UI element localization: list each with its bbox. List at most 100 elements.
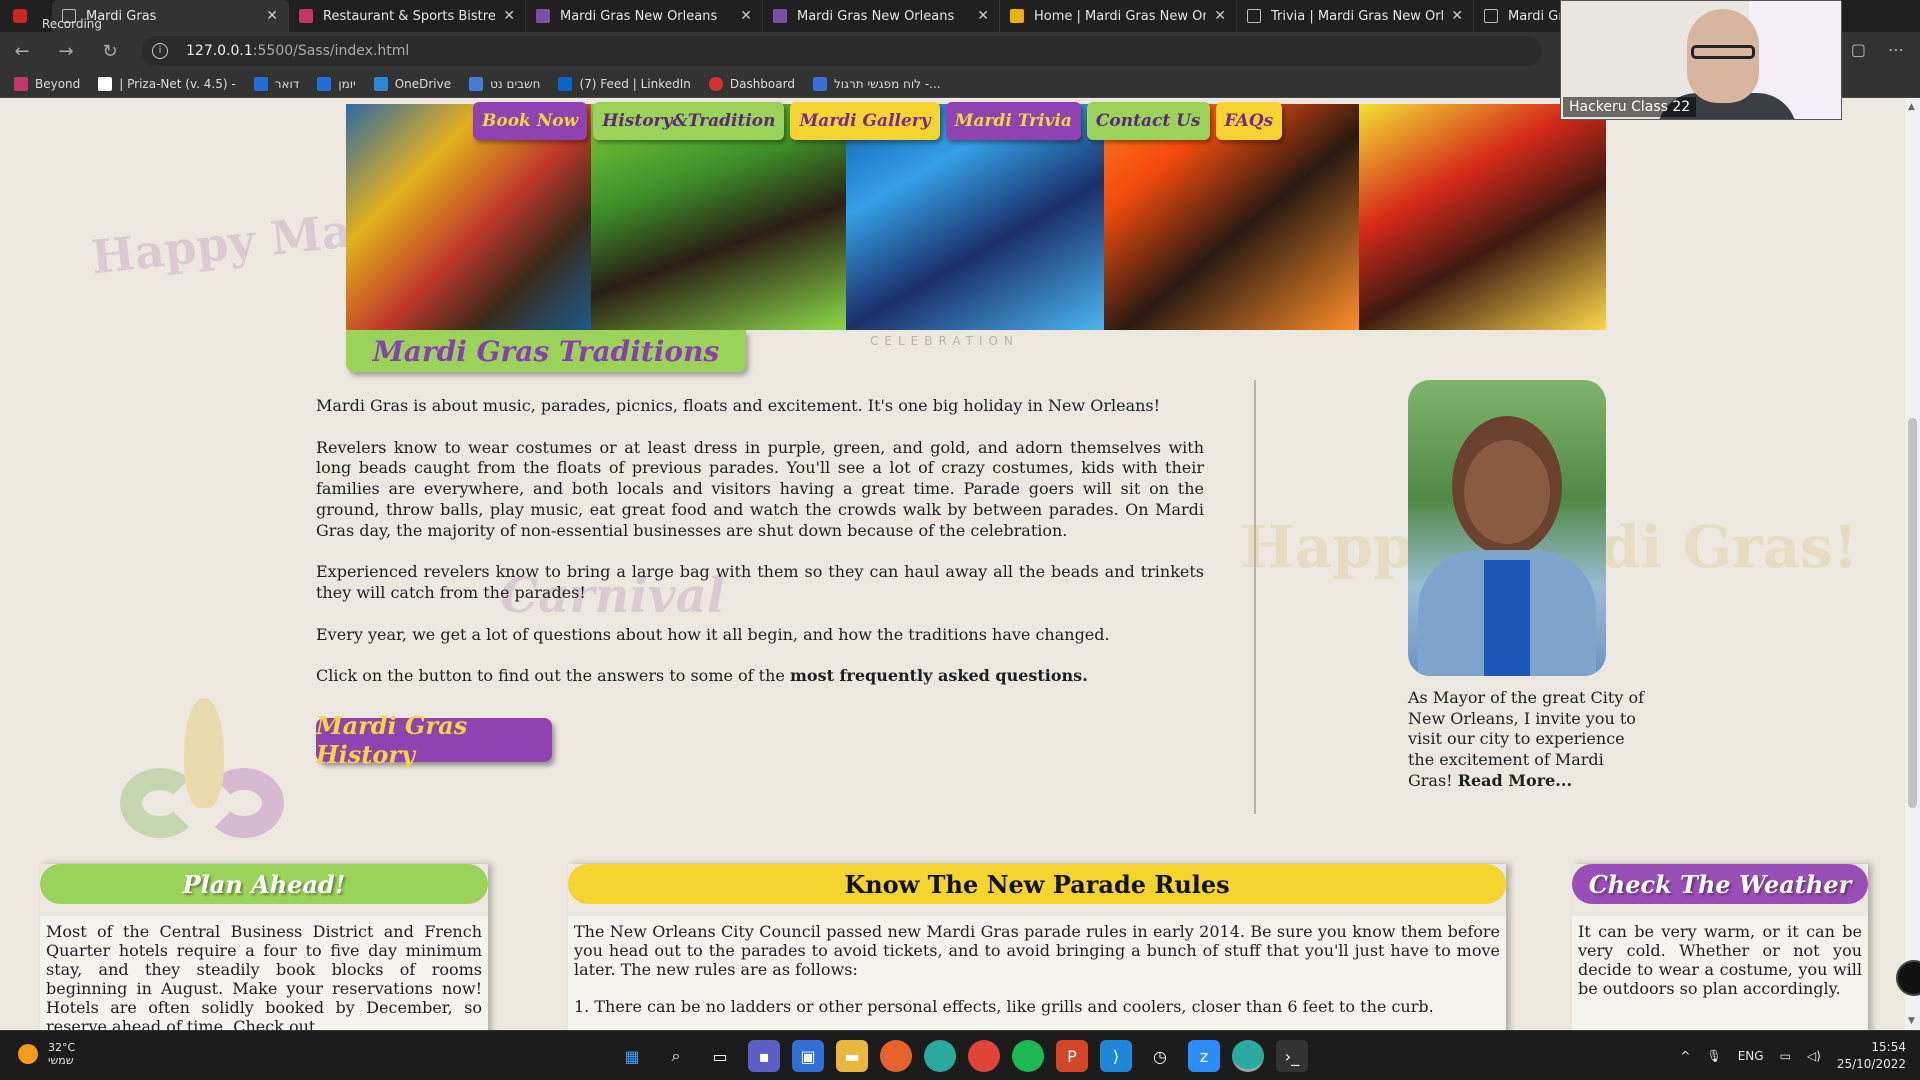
nav-history-tradition[interactable]: History&Tradition	[593, 102, 785, 140]
close-tab-icon[interactable]: ✕	[266, 8, 278, 24]
url-text: 127.0.0.1:5500/Sass/index.html	[186, 43, 410, 59]
nav-gallery[interactable]: Mardi Gallery	[790, 102, 940, 140]
close-tab-icon[interactable]: ✕	[1451, 8, 1463, 24]
file-explorer-icon[interactable]: ▬	[836, 1040, 868, 1072]
firefox-icon[interactable]	[880, 1040, 912, 1072]
weather-text: It can be very warm, or it can be very c…	[1572, 916, 1868, 1030]
chrome-icon[interactable]	[968, 1040, 1000, 1072]
bookmark-icon	[469, 76, 484, 91]
menu-icon[interactable]: ⋯	[1888, 40, 1904, 59]
browser-tab[interactable]: Restaurant & Sports Bistreaux | V✕	[289, 0, 526, 32]
reader-icon[interactable]: ▢	[1851, 40, 1866, 59]
parade-rules-text: The New Orleans City Council passed new …	[568, 916, 1506, 1030]
weather-card: Check The Weather It can be very warm, o…	[1572, 864, 1868, 1030]
task-view-icon[interactable]: ▭	[704, 1040, 736, 1072]
page-viewport: Happy Mardi Gras! Happy Mardi Gras! Carn…	[0, 98, 1905, 1030]
scroll-thumb[interactable]	[1908, 418, 1917, 808]
fleur-de-lis-decoration	[120, 698, 290, 858]
browser-tab[interactable]: Home | Mardi Gras New Orleans✕	[1000, 0, 1237, 32]
paragraph: Revelers know to wear costumes or at lea…	[316, 437, 1204, 540]
close-tab-icon[interactable]: ✕	[1214, 8, 1226, 24]
browser-tab[interactable]: Trivia | Mardi Gras New Orleans✕	[1237, 0, 1474, 32]
bookmark[interactable]: Beyond	[14, 76, 80, 91]
purple-mask-icon	[773, 9, 787, 23]
bookmark[interactable]: חשבים נט	[469, 76, 540, 91]
traditions-article: Mardi Gras is about music, parades, picn…	[316, 396, 1204, 708]
browser-tab[interactable]: Mardi Gras New Orleans ✕	[526, 0, 763, 32]
weather-widget[interactable]: 32°C שמשי	[18, 1041, 75, 1067]
onedrive-icon	[373, 76, 388, 91]
edge-icon[interactable]	[924, 1040, 956, 1072]
clock-app-icon[interactable]: ◷	[1144, 1040, 1176, 1072]
clock[interactable]: 15:54 25/10/2022	[1837, 1039, 1906, 1073]
yellow-feather-icon	[1010, 9, 1024, 23]
nav-trivia[interactable]: Mardi Trivia	[945, 102, 1081, 140]
zoom-icon[interactable]: z	[1188, 1040, 1220, 1072]
page-icon	[1247, 9, 1261, 23]
plan-ahead-card: Plan Ahead! Most of the Central Business…	[40, 864, 488, 1030]
language-indicator[interactable]: ENG	[1738, 1049, 1764, 1063]
reload-icon[interactable]: ↻	[88, 41, 132, 62]
record-icon	[13, 9, 27, 23]
spotify-icon[interactable]	[1012, 1040, 1044, 1072]
network-icon[interactable]: ▭	[1780, 1049, 1791, 1063]
search-icon[interactable]: ⌕	[660, 1040, 692, 1072]
purple-mask-icon	[536, 9, 550, 23]
faq-link[interactable]: most frequently asked questions.	[790, 666, 1088, 685]
close-tab-icon[interactable]: ✕	[503, 8, 515, 24]
page-scrollbar[interactable]: ▲ ▼	[1905, 98, 1920, 1030]
volume-icon[interactable]: ◁)	[1807, 1049, 1821, 1063]
powerpoint-icon[interactable]: P	[1056, 1040, 1088, 1072]
edge-active-icon[interactable]	[1232, 1040, 1264, 1072]
nav-contact-us[interactable]: Contact Us	[1086, 102, 1210, 140]
scroll-down-icon[interactable]: ▼	[1908, 1016, 1915, 1026]
windows-start-icon[interactable]: ▦	[616, 1040, 648, 1072]
close-tab-icon[interactable]: ✕	[740, 8, 752, 24]
celebration-watermark: CELEBRATION	[870, 334, 1019, 348]
plan-ahead-title: Plan Ahead!	[40, 864, 488, 904]
column-divider	[1254, 380, 1256, 814]
forms-icon	[812, 76, 827, 91]
system-tray: ^ 🎙 ENG ▭ ◁) 15:54 25/10/2022	[1680, 1039, 1906, 1073]
terminal-icon[interactable]: ›_	[1276, 1040, 1308, 1072]
scroll-up-icon[interactable]: ▲	[1908, 102, 1915, 112]
url-field[interactable]: i 127.0.0.1:5500/Sass/index.html	[142, 36, 1542, 66]
page-icon	[1484, 9, 1498, 23]
forward-icon[interactable]: →	[44, 41, 88, 62]
site-info-icon[interactable]: i	[152, 43, 168, 59]
bookmark[interactable]: OneDrive	[373, 76, 451, 91]
webcam-overlay: Hackeru Class 22	[1560, 0, 1842, 120]
windows-taskbar: 32°C שמשי ▦ ⌕ ▭ ▪ ▣ ▬ P ⟩ ◷ z ›_ ^ 🎙 ENG …	[0, 1030, 1920, 1080]
close-tab-icon[interactable]: ✕	[977, 8, 989, 24]
bookmark-icon	[14, 76, 28, 91]
linkedin-icon	[558, 76, 573, 91]
vscode-icon[interactable]: ⟩	[1100, 1040, 1132, 1072]
teams-chat-icon[interactable]: ▪	[748, 1040, 780, 1072]
bookmark[interactable]: | Priza-Net (v. 4.5) -	[98, 76, 236, 91]
bookmark[interactable]: יומן	[317, 76, 356, 91]
nav-faqs[interactable]: FAQs	[1215, 102, 1283, 140]
bookmark[interactable]: (7) Feed | LinkedIn	[558, 76, 691, 91]
bookmark[interactable]: לוח מפגשי תרגול -...	[812, 76, 941, 91]
paragraph: Experienced revelers know to bring a lar…	[316, 562, 1204, 602]
mardi-gras-history-button[interactable]: Mardi Gras History	[316, 711, 552, 769]
nav-book-now[interactable]: Book Now	[473, 102, 588, 140]
browser-tab[interactable]: Mardi Gras New Orleans ✕	[763, 0, 1000, 32]
recording-indicator: Recording	[0, 0, 102, 32]
traditions-heading: Mardi Gras Traditions	[346, 330, 746, 372]
bookmark[interactable]: דואר	[253, 76, 299, 91]
parade-rules-card: Know The New Parade Rules The New Orlean…	[568, 864, 1506, 1030]
mayor-message: As Mayor of the great City of New Orlean…	[1408, 688, 1644, 790]
bookmark-icon	[98, 76, 113, 91]
pink-site-icon	[299, 9, 313, 23]
microphone-icon[interactable]: 🎙	[1706, 1049, 1721, 1063]
faq-cta: Click on the button to find out the answ…	[316, 666, 1088, 686]
read-more-link[interactable]: Read More...	[1458, 771, 1572, 790]
recording-label: Recording	[42, 17, 103, 31]
calendar-icon	[317, 76, 332, 91]
store-icon[interactable]: ▣	[792, 1040, 824, 1072]
back-icon[interactable]: ←	[0, 41, 44, 62]
bookmark[interactable]: Dashboard	[708, 76, 795, 91]
webcam-label: Hackeru Class 22	[1563, 97, 1697, 117]
chevron-up-icon[interactable]: ^	[1680, 1049, 1690, 1063]
